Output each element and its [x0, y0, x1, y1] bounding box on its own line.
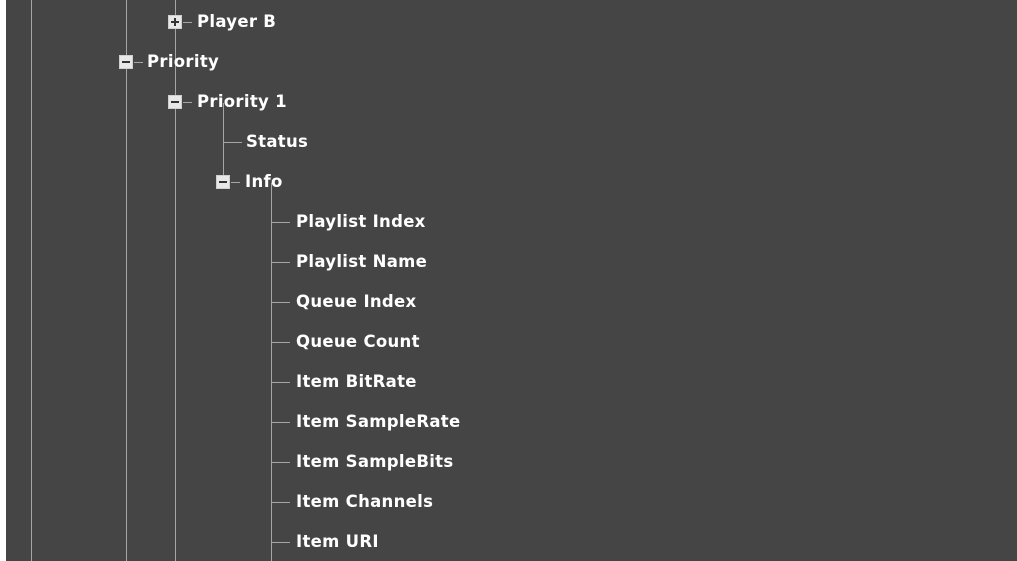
tree-connector — [271, 462, 290, 463]
tree-connector — [271, 542, 290, 543]
tree-guide-line — [271, 183, 272, 561]
tree-connector — [183, 22, 192, 23]
tree-node-label: Queue Count — [296, 332, 420, 351]
tree-connector — [183, 102, 192, 103]
tree-connector — [271, 422, 290, 423]
tree-node-label: Playlist Index — [296, 212, 426, 231]
tree-connector — [271, 382, 290, 383]
tree-connector — [271, 342, 290, 343]
tree-connector — [271, 262, 290, 263]
minus-box-icon[interactable] — [168, 95, 182, 109]
tree-guide-line — [223, 103, 224, 183]
tree-connector — [231, 182, 240, 183]
tree-guide-line — [126, 0, 127, 561]
plus-box-icon[interactable] — [168, 15, 182, 29]
tree-view: Player B Priority Priority 1 Status Info… — [6, 0, 1017, 561]
tree-node-label: Info — [245, 172, 283, 191]
tree-node-label: Item BitRate — [296, 372, 417, 391]
tree-node-label: Priority 1 — [197, 92, 287, 111]
tree-node-label: Queue Index — [296, 292, 417, 311]
tree-connector — [271, 222, 290, 223]
tree-node-label: Item Channels — [296, 492, 434, 511]
tree-node-label: Playlist Name — [296, 252, 428, 271]
tree-guide-line — [31, 0, 32, 561]
tree-connector — [223, 142, 242, 143]
tree-guide-line — [175, 0, 176, 561]
tree-connector — [271, 502, 290, 503]
minus-box-icon[interactable] — [216, 175, 230, 189]
tree-node-label: Item SampleBits — [296, 452, 454, 471]
tree-connector — [134, 62, 143, 63]
tree-node-label: Player B — [197, 12, 277, 31]
tree-node-label: Status — [246, 132, 309, 151]
tree-node-label: Item URI — [296, 532, 379, 551]
minus-box-icon[interactable] — [119, 55, 133, 69]
tree-connector — [271, 302, 290, 303]
tree-node-label: Priority — [147, 52, 220, 71]
tree-node-label: Item SampleRate — [296, 412, 461, 431]
